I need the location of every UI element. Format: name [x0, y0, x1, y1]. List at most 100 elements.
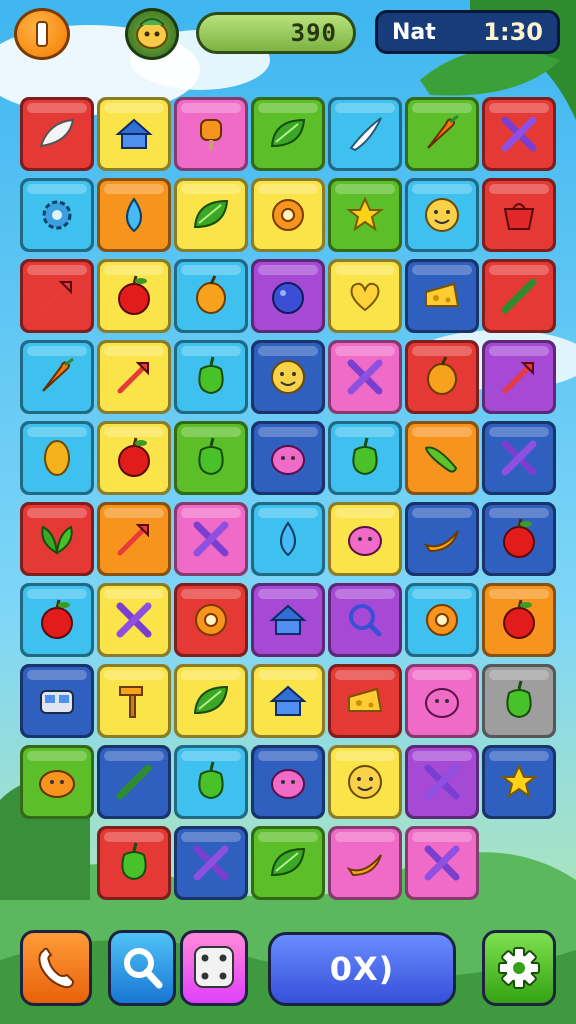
game-tile[interactable]: [405, 259, 479, 333]
game-tile[interactable]: [251, 421, 325, 495]
game-tile[interactable]: [482, 583, 556, 657]
game-tile[interactable]: [405, 826, 479, 900]
game-tile[interactable]: [174, 583, 248, 657]
game-tile[interactable]: [482, 97, 556, 171]
game-tile[interactable]: [328, 745, 402, 819]
game-tile[interactable]: [405, 421, 479, 495]
game-tile[interactable]: [405, 340, 479, 414]
game-tile[interactable]: [251, 745, 325, 819]
game-tile[interactable]: [482, 178, 556, 252]
game-tile[interactable]: [97, 259, 171, 333]
tile-shine: [104, 751, 164, 761]
tile-shine: [258, 832, 318, 842]
pause-icon: [36, 21, 48, 47]
game-tile[interactable]: [97, 664, 171, 738]
tile-shine: [412, 346, 472, 356]
game-tile[interactable]: [174, 259, 248, 333]
tile-shine: [258, 751, 318, 761]
game-tile[interactable]: [97, 340, 171, 414]
game-tile[interactable]: [97, 745, 171, 819]
tile-shine: [412, 832, 472, 842]
game-tile[interactable]: [328, 340, 402, 414]
game-tile[interactable]: [482, 259, 556, 333]
tile-shine: [412, 265, 472, 275]
tile-shine: [258, 670, 318, 680]
game-tile[interactable]: [20, 745, 94, 819]
main-action-button[interactable]: 0X): [268, 932, 456, 1006]
monster-icon: [348, 526, 382, 556]
bus-icon: [40, 690, 74, 714]
game-tile[interactable]: [251, 583, 325, 657]
call-button[interactable]: [20, 930, 92, 1006]
player-name: Nat: [392, 19, 436, 45]
game-tile[interactable]: [20, 502, 94, 576]
phone-icon: [38, 947, 75, 989]
game-tile[interactable]: [20, 421, 94, 495]
game-tile[interactable]: [482, 664, 556, 738]
game-tile[interactable]: [20, 97, 94, 171]
game-tile[interactable]: [251, 502, 325, 576]
game-tile[interactable]: [328, 583, 402, 657]
game-tile[interactable]: [174, 340, 248, 414]
monster-icon: [271, 445, 305, 475]
tile-shine: [412, 670, 472, 680]
game-tile[interactable]: [174, 178, 248, 252]
game-tile[interactable]: [482, 745, 556, 819]
game-tile[interactable]: [174, 97, 248, 171]
game-tile[interactable]: [20, 178, 94, 252]
game-tile[interactable]: [405, 97, 479, 171]
search-button[interactable]: [108, 930, 176, 1006]
game-tile[interactable]: [97, 826, 171, 900]
game-tile[interactable]: [97, 178, 171, 252]
game-tile[interactable]: [251, 259, 325, 333]
game-tile[interactable]: [97, 421, 171, 495]
game-tile[interactable]: [251, 340, 325, 414]
game-tile[interactable]: [251, 664, 325, 738]
game-tile[interactable]: [328, 826, 402, 900]
game-tile[interactable]: [328, 502, 402, 576]
game-tile[interactable]: [482, 502, 556, 576]
tile-shine: [104, 832, 164, 842]
game-tile[interactable]: [251, 97, 325, 171]
game-tile[interactable]: [328, 664, 402, 738]
ring-icon: [195, 604, 227, 636]
game-tile[interactable]: [251, 178, 325, 252]
tile-shine: [27, 184, 87, 194]
game-tile[interactable]: [174, 745, 248, 819]
game-tile[interactable]: [482, 421, 556, 495]
pause-button[interactable]: [14, 8, 70, 60]
game-tile[interactable]: [97, 97, 171, 171]
game-tile[interactable]: [251, 826, 325, 900]
game-tile[interactable]: [174, 421, 248, 495]
game-tile[interactable]: [328, 97, 402, 171]
game-tile[interactable]: [174, 664, 248, 738]
tile-shine: [181, 427, 241, 437]
player-avatar[interactable]: [125, 8, 179, 60]
monster-icon: [425, 688, 459, 718]
tile-shine: [258, 265, 318, 275]
tile-shine: [412, 103, 472, 113]
tile-shine: [335, 265, 395, 275]
shuffle-button[interactable]: [180, 930, 248, 1006]
game-tile[interactable]: [20, 583, 94, 657]
game-tile[interactable]: [328, 421, 402, 495]
game-tile[interactable]: [328, 178, 402, 252]
game-tile[interactable]: [97, 502, 171, 576]
game-tile[interactable]: [405, 502, 479, 576]
smiley-icon: [425, 198, 459, 232]
game-tile[interactable]: [20, 340, 94, 414]
game-tile[interactable]: [97, 583, 171, 657]
game-tile[interactable]: [174, 826, 248, 900]
tile-shine: [335, 508, 395, 518]
game-tile[interactable]: [405, 178, 479, 252]
game-tile[interactable]: [482, 340, 556, 414]
game-tile[interactable]: [20, 259, 94, 333]
settings-button[interactable]: [482, 930, 556, 1006]
game-tile[interactable]: [174, 502, 248, 576]
game-tile[interactable]: [328, 259, 402, 333]
game-tile[interactable]: [405, 664, 479, 738]
game-tile[interactable]: [405, 583, 479, 657]
game-tile[interactable]: [20, 664, 94, 738]
game-tile[interactable]: [405, 745, 479, 819]
tile-shine: [335, 751, 395, 761]
